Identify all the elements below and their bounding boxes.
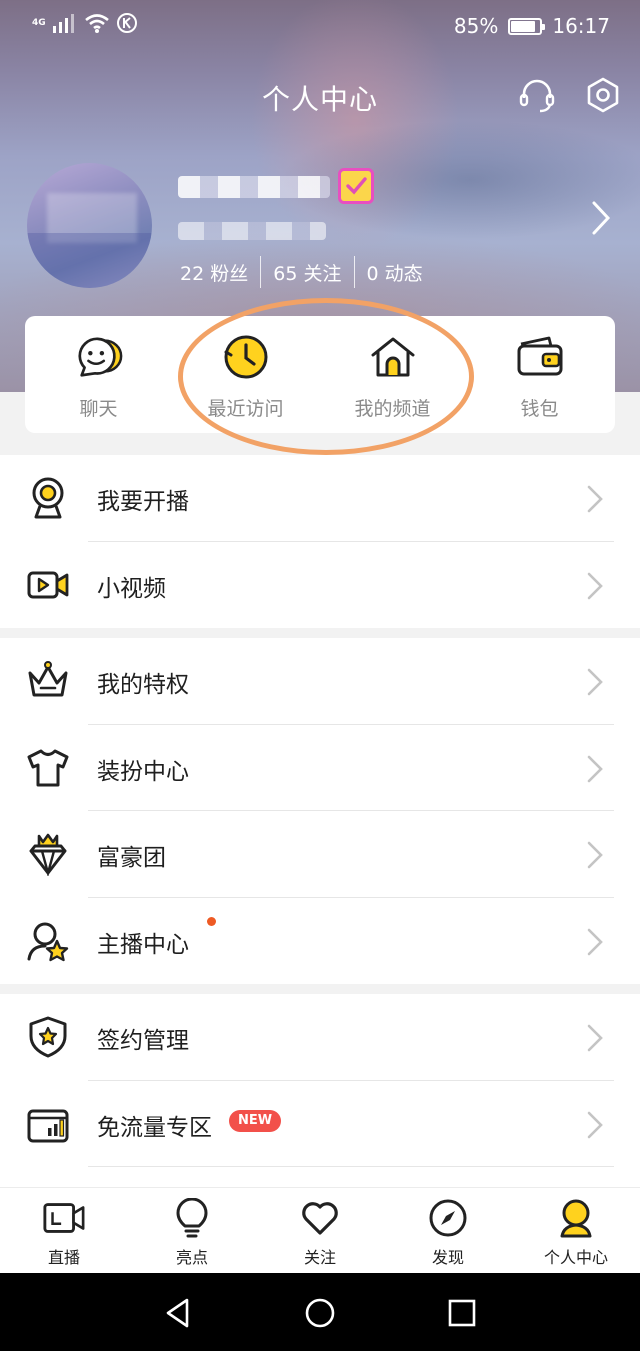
signal-icon	[52, 14, 74, 33]
tab-profile[interactable]: 个人中心	[512, 1188, 640, 1274]
chevron-right-icon	[586, 755, 604, 787]
tab-highlights[interactable]: 亮点	[128, 1188, 256, 1274]
battery-level	[511, 20, 535, 32]
menu-item-my-privileges[interactable]: 我的特权	[0, 638, 640, 725]
menu-item-contract-management[interactable]: 签约管理	[0, 994, 640, 1081]
username-blurred	[178, 176, 330, 198]
annotation-circle	[178, 298, 474, 455]
recents-icon[interactable]	[442, 1293, 482, 1333]
diamond-icon	[26, 832, 70, 876]
tshirt-icon	[26, 746, 70, 790]
profile-detail-chevron-icon[interactable]	[590, 200, 612, 240]
star-user-icon	[26, 919, 70, 963]
headset-icon[interactable]	[518, 76, 556, 114]
chat-icon	[74, 334, 124, 380]
chevron-right-icon	[586, 485, 604, 517]
home-button-icon[interactable]	[300, 1293, 340, 1333]
menu-item-dress-up-center[interactable]: 装扮中心	[0, 725, 640, 811]
avatar[interactable]	[27, 163, 152, 288]
menu-item-rich-club[interactable]: 富豪团	[0, 811, 640, 898]
compass-icon	[426, 1198, 470, 1238]
stat-fans[interactable]: 22 粉丝	[180, 259, 260, 286]
k-app-icon	[116, 13, 137, 33]
chevron-right-icon	[586, 841, 604, 873]
menu-group-contract: 签约管理 免流量专区 NEW	[0, 994, 640, 1187]
shield-star-icon	[26, 1015, 70, 1059]
status-bar: 4G 85% 16:17	[0, 0, 640, 56]
back-icon[interactable]	[158, 1293, 198, 1333]
menu-item-free-data-zone[interactable]: 免流量专区 NEW	[0, 1081, 640, 1167]
chevron-right-icon	[586, 1024, 604, 1056]
live-tv-icon	[42, 1198, 86, 1238]
system-navigation-bar	[0, 1273, 640, 1351]
profile-stats: 22 粉丝 65 关注 0 动态	[180, 256, 435, 288]
menu-item-anchor-center[interactable]: 主播中心	[0, 898, 640, 985]
data-card-icon	[26, 1102, 70, 1146]
new-badge: NEW	[229, 1109, 282, 1132]
chevron-right-icon	[586, 928, 604, 960]
notification-dot	[207, 916, 216, 926]
quick-action-chat[interactable]: 聊天	[25, 316, 172, 433]
clock-time: 16:17	[552, 14, 610, 38]
menu-group-live: 我要开播 小视频	[0, 455, 640, 628]
person-icon	[554, 1198, 598, 1238]
lightbulb-icon	[170, 1198, 214, 1238]
quick-action-wallet[interactable]: 钱包	[466, 316, 613, 433]
menu-item-short-video[interactable]: 小视频	[0, 542, 640, 629]
battery-percent: 85%	[453, 14, 499, 38]
video-camera-icon	[26, 563, 70, 607]
tab-follow[interactable]: 关注	[256, 1188, 384, 1274]
network-type: 4G	[32, 18, 46, 28]
chevron-right-icon	[586, 1111, 604, 1143]
tab-live[interactable]: 直播	[0, 1188, 128, 1274]
stat-following[interactable]: 65 关注	[261, 259, 353, 286]
wifi-icon	[84, 14, 109, 33]
wallet-icon	[515, 334, 565, 380]
user-id-blurred	[178, 222, 326, 240]
vip-badge-icon	[338, 168, 374, 204]
battery-icon	[508, 17, 546, 35]
stat-posts[interactable]: 0 动态	[355, 259, 435, 286]
webcam-icon	[26, 476, 70, 520]
crown-icon	[26, 659, 70, 703]
chevron-right-icon	[586, 572, 604, 604]
bottom-tab-bar: 直播 亮点 关注 发现 个人中心	[0, 1187, 640, 1273]
settings-icon[interactable]	[584, 76, 622, 114]
menu-group-privileges: 我的特权 装扮中心 富豪团 主播中心	[0, 638, 640, 984]
menu-item-start-live[interactable]: 我要开播	[0, 455, 640, 542]
tab-discover[interactable]: 发现	[384, 1188, 512, 1274]
chevron-right-icon	[586, 668, 604, 700]
heart-icon	[298, 1198, 342, 1238]
